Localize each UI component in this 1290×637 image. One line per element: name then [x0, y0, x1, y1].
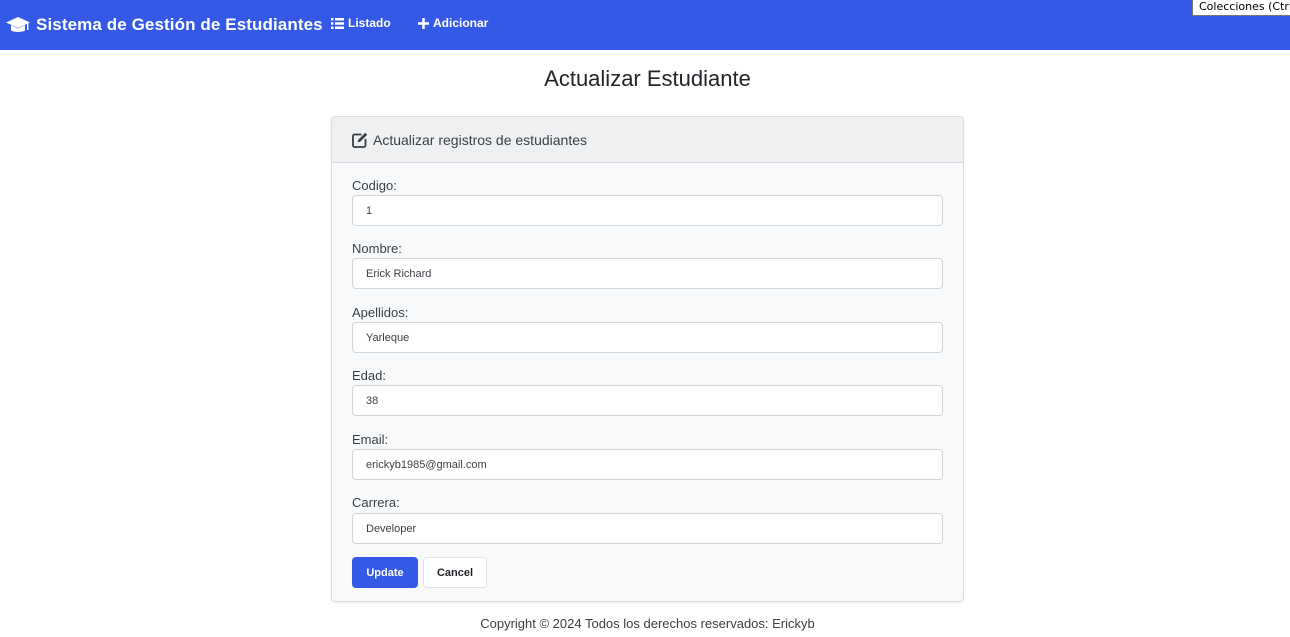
codigo-label: Codigo:	[352, 178, 397, 193]
nav-link-adicionar[interactable]: Adicionar	[418, 0, 488, 46]
update-button[interactable]: Update	[352, 557, 418, 588]
brand-title: Sistema de Gestión de Estudiantes	[36, 15, 323, 34]
card-header-title: Actualizar registros de estudiantes	[373, 131, 587, 148]
apellidos-input[interactable]	[352, 322, 943, 353]
apellidos-label: Apellidos:	[352, 305, 409, 320]
graduation-cap-icon	[6, 15, 30, 35]
brand-link[interactable]: Sistema de Gestión de Estudiantes	[6, 0, 323, 50]
card-header: Actualizar registros de estudiantes	[332, 117, 963, 163]
edad-input[interactable]	[352, 385, 943, 416]
cancel-button[interactable]: Cancel	[423, 557, 487, 588]
email-input[interactable]	[352, 449, 943, 480]
carrera-label: Carrera:	[352, 495, 400, 510]
page-title: Actualizar Estudiante	[544, 66, 751, 91]
edit-icon	[352, 132, 368, 148]
footer-copyright: Copyright © 2024 Todos los derechos rese…	[480, 616, 815, 631]
edad-label: Edad:	[352, 368, 386, 383]
nombre-label: Nombre:	[352, 241, 402, 256]
nav-link-label: Listado	[348, 16, 391, 30]
nav-link-listado[interactable]: Listado	[331, 0, 391, 46]
update-student-card: Actualizar registros de estudiantes Codi…	[331, 116, 964, 602]
email-label: Email:	[352, 432, 389, 447]
plus-icon	[418, 17, 429, 29]
browser-tooltip: Colecciones (Ctrl+	[1192, 0, 1290, 16]
codigo-input[interactable]	[352, 195, 943, 226]
carrera-input[interactable]	[352, 513, 943, 544]
nombre-input[interactable]	[352, 258, 943, 289]
navbar: Sistema de Gestión de Estudiantes Listad…	[0, 0, 1290, 50]
list-icon	[331, 17, 344, 29]
nav-link-label: Adicionar	[433, 16, 489, 30]
